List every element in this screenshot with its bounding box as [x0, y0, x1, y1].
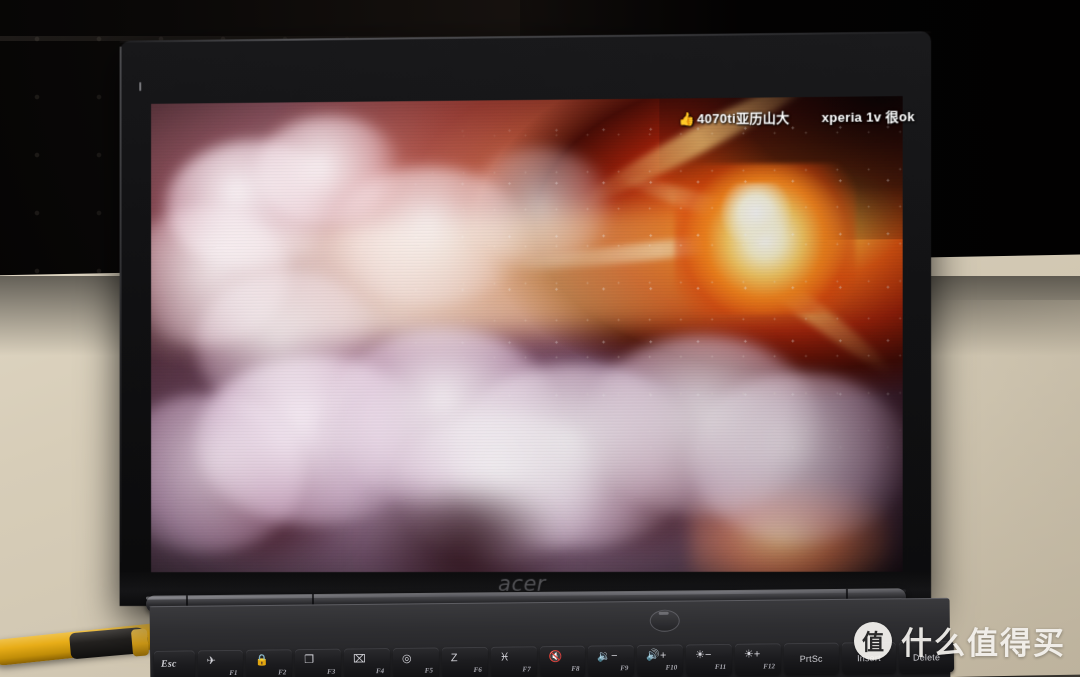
f2-lock-icon: 🔒: [255, 654, 270, 667]
star-speckles: [151, 96, 903, 573]
key-label: PrtSc: [799, 653, 823, 664]
key-fn-label: F4: [375, 667, 385, 676]
key-f2-lock[interactable]: 🔒 F2: [246, 649, 293, 677]
smzdm-watermark: 值 什么值得买: [854, 618, 1066, 663]
key-fn-label: F5: [424, 666, 434, 675]
cable-connector-ring: [130, 628, 150, 657]
key-f1-airplane-mode[interactable]: ✈ F1: [197, 649, 244, 677]
key-f9-volume-down[interactable]: 🔉− F9: [588, 645, 635, 677]
nebula-video-frame: [151, 96, 903, 573]
key-f12-brightness-up[interactable]: ☀+ F12: [734, 643, 782, 675]
f12-brightness-up-icon: ☀+: [743, 648, 761, 661]
f5-settings-icon: ◎: [401, 652, 412, 665]
key-f6-sleep[interactable]: Z F6: [441, 646, 488, 677]
smzdm-watermark-text: 什么值得买: [901, 626, 1066, 662]
bezel-indicator-mark: [139, 82, 142, 92]
f7-keyboard-backlight-icon: ♓: [499, 651, 510, 664]
key-fn-label: F10: [665, 663, 678, 672]
lid-left-highlight: [119, 46, 122, 563]
laptop-lid: 👍 4070ti亚历山大 xperia 1v 很ok acer: [119, 31, 932, 607]
key-fn-label: F11: [714, 662, 727, 672]
key-label: Esc: [160, 658, 177, 670]
key-fn-label: F3: [327, 667, 336, 676]
key-prtsc[interactable]: PrtSc: [783, 642, 839, 675]
key-f5-settings[interactable]: ◎ F5: [392, 647, 440, 677]
key-fn-label: F7: [522, 665, 531, 674]
key-f3-display-switch[interactable]: ❐ F3: [295, 648, 342, 677]
f3-display-switch-icon: ❐: [304, 653, 315, 667]
key-fn-label: F6: [473, 665, 482, 674]
f6-sleep-icon: Z: [450, 652, 458, 665]
laptop-screen[interactable]: [151, 96, 903, 573]
f4-touchpad-toggle-icon: ⌧: [353, 653, 366, 666]
key-fn-label: F12: [763, 662, 775, 671]
key-esc[interactable]: Esc: [153, 650, 195, 677]
key-f10-volume-up[interactable]: 🔊+ F10: [637, 644, 684, 676]
f8-mute-icon: 🔇: [548, 650, 563, 664]
f1-airplane-mode-icon: ✈: [206, 655, 216, 668]
key-f7-keyboard-backlight[interactable]: ♓ F7: [490, 646, 537, 677]
key-f8-mute[interactable]: 🔇 F8: [539, 645, 586, 677]
power-button-indicator: [658, 611, 669, 615]
f11-brightness-down-icon: ☀−: [695, 649, 712, 662]
key-f11-brightness-down[interactable]: ☀− F11: [685, 643, 733, 676]
f10-volume-up-icon: 🔊+: [646, 649, 667, 662]
f9-volume-down-icon: 🔉−: [597, 650, 618, 663]
key-fn-label: F8: [571, 664, 580, 673]
photo-scene: 👍 4070ti亚历山大 xperia 1v 很ok acer Esc ✈ F1 🔒 F2…: [0, 0, 1080, 677]
key-fn-label: F9: [620, 664, 629, 673]
smzdm-badge-icon: 值: [854, 621, 892, 660]
key-fn-label: F2: [278, 668, 287, 677]
key-f4-touchpad-toggle[interactable]: ⌧ F4: [343, 648, 391, 677]
key-fn-label: F1: [229, 668, 238, 677]
